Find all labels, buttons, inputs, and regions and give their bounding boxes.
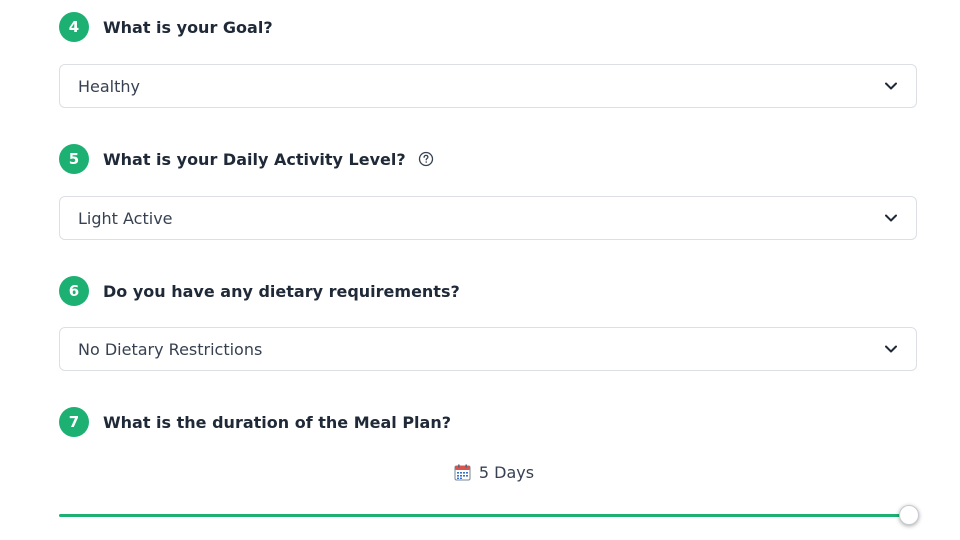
chevron-down-icon — [884, 211, 898, 225]
duration-slider-fill — [59, 514, 909, 517]
chevron-down-icon — [884, 79, 898, 93]
meal-plan-form: 4 What is your Goal? Healthy 5 What is y… — [0, 0, 960, 540]
question-duration-label: What is the duration of the Meal Plan? — [103, 412, 451, 432]
question-dietary-header: 6 Do you have any dietary requirements? — [59, 276, 460, 306]
duration-readout: 5 Days — [0, 460, 960, 484]
duration-label: 5 Days — [478, 462, 535, 482]
calendar-icon — [454, 464, 471, 481]
chevron-down-icon — [884, 342, 898, 356]
goal-select-value: Healthy — [78, 76, 141, 96]
question-duration-header: 7 What is the duration of the Meal Plan? — [59, 407, 451, 437]
question-goal-label: What is your Goal? — [103, 17, 273, 37]
step-number-badge: 6 — [59, 276, 89, 306]
question-circle-icon[interactable] — [418, 151, 434, 167]
step-number-badge: 7 — [59, 407, 89, 437]
step-number-badge: 4 — [59, 12, 89, 42]
dietary-requirements-select-value: No Dietary Restrictions — [78, 339, 263, 359]
activity-level-select[interactable]: Light Active — [59, 196, 917, 240]
duration-slider-track[interactable] — [59, 514, 909, 517]
duration-slider-thumb[interactable] — [899, 505, 919, 525]
question-activity-label: What is your Daily Activity Level? — [103, 149, 406, 169]
dietary-requirements-select[interactable]: No Dietary Restrictions — [59, 327, 917, 371]
activity-level-select-value: Light Active — [78, 208, 173, 228]
question-dietary-label: Do you have any dietary requirements? — [103, 281, 460, 301]
goal-select[interactable]: Healthy — [59, 64, 917, 108]
question-activity-header: 5 What is your Daily Activity Level? — [59, 144, 434, 174]
question-goal-header: 4 What is your Goal? — [59, 12, 273, 42]
step-number-badge: 5 — [59, 144, 89, 174]
